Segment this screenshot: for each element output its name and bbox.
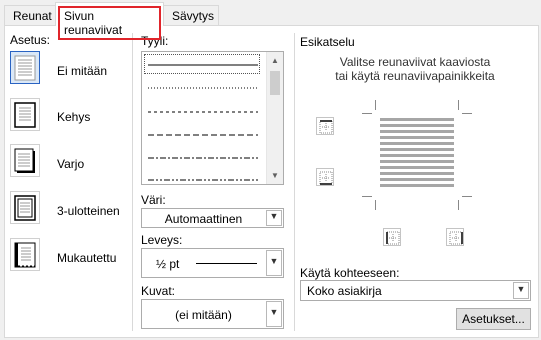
setting-shadow-button[interactable]	[10, 144, 40, 177]
scroll-down-icon[interactable]: ▼	[267, 167, 283, 184]
scroll-up-icon[interactable]: ▲	[267, 52, 283, 69]
corner-mark	[462, 196, 472, 197]
width-value: ½ pt	[156, 257, 180, 271]
divider	[132, 33, 133, 331]
width-line-sample	[196, 263, 257, 264]
preview-text-line	[380, 178, 454, 181]
left-border-button[interactable]	[383, 228, 401, 246]
page-none-icon	[14, 55, 36, 80]
color-heading: Väri:	[141, 193, 166, 207]
divider	[294, 33, 295, 331]
preview-text-line	[380, 142, 454, 145]
setting-3d-button[interactable]	[10, 191, 40, 224]
right-border-icon	[449, 231, 463, 245]
right-border-button[interactable]	[446, 228, 464, 246]
setting-shadow-label[interactable]: Varjo	[57, 157, 84, 171]
art-dropdown[interactable]: (ei mitään) ▼	[141, 299, 284, 329]
apply-to-heading: Käytä kohteeseen:	[300, 266, 400, 280]
preview-hint-line-2: tai käytä reunaviivapainikkeita	[335, 69, 495, 83]
preview-text-line	[380, 166, 454, 169]
chevron-down-icon: ▼	[269, 307, 279, 317]
preview-page[interactable]	[362, 100, 472, 210]
bottom-border-icon	[319, 171, 333, 185]
color-value: Automaattinen	[164, 212, 243, 226]
setting-custom-label[interactable]: Mukautettu	[57, 251, 116, 265]
art-value: (ei mitään)	[175, 308, 232, 322]
preview-text-line	[380, 148, 454, 151]
tab-page-border[interactable]: Sivun reunaviivat	[55, 2, 164, 40]
scroll-thumb[interactable]	[270, 71, 280, 95]
setting-3d-label[interactable]: 3-ulotteinen	[57, 204, 120, 218]
bottom-border-button[interactable]	[316, 168, 334, 186]
tab-label: Sivun reunaviivat	[58, 6, 161, 40]
dropdown-arrow[interactable]: ▼	[266, 301, 282, 327]
preview-text-line	[380, 118, 454, 121]
preview-text-line	[380, 184, 454, 187]
top-border-icon	[319, 120, 333, 134]
page-box-icon	[14, 101, 36, 128]
apply-to-dropdown[interactable]: Koko asiakirja ▼	[300, 280, 531, 301]
settings-heading: Asetus:	[10, 33, 51, 47]
top-border-button[interactable]	[316, 117, 334, 135]
dropdown-arrow[interactable]: ▼	[266, 210, 282, 226]
page-3d-icon	[14, 194, 36, 221]
style-listbox[interactable]: ▲ ▼	[141, 51, 284, 185]
style-scrollbar[interactable]: ▲ ▼	[266, 52, 283, 184]
page-shadow-icon	[14, 148, 35, 173]
setting-box-label[interactable]: Kehys	[57, 110, 90, 124]
corner-mark	[375, 200, 376, 210]
corner-mark	[362, 113, 372, 114]
preview-text-line	[380, 136, 454, 139]
corner-mark	[462, 113, 472, 114]
preview-text-line	[380, 124, 454, 127]
preview-heading: Esikatselu	[300, 35, 355, 49]
preview-text-line	[380, 172, 454, 175]
left-border-icon	[386, 231, 400, 245]
preview-text-line	[380, 130, 454, 133]
width-dropdown[interactable]: ½ pt ▼	[141, 248, 284, 278]
options-button-label: Asetukset...	[462, 312, 525, 326]
corner-mark	[362, 196, 372, 197]
preview-text-line	[380, 160, 454, 163]
dropdown-arrow[interactable]: ▼	[513, 282, 529, 299]
line-style-options	[148, 64, 258, 181]
chevron-down-icon: ▼	[269, 211, 279, 221]
corner-mark	[458, 200, 459, 210]
corner-mark	[375, 100, 376, 110]
options-button[interactable]: Asetukset...	[456, 308, 531, 330]
dropdown-arrow[interactable]: ▼	[266, 250, 282, 276]
corner-mark	[458, 100, 459, 110]
apply-to-value: Koko asiakirja	[307, 284, 382, 298]
chevron-down-icon: ▼	[516, 283, 526, 294]
color-dropdown[interactable]: Automaattinen ▼	[141, 208, 284, 228]
preview-hint-line-1: Valitse reunaviivat kaaviosta	[339, 55, 491, 69]
preview-text-line	[380, 154, 454, 157]
setting-custom-button[interactable]	[10, 238, 40, 271]
setting-none-button[interactable]	[10, 51, 40, 84]
width-heading: Leveys:	[141, 233, 183, 247]
setting-box-button[interactable]	[10, 98, 40, 131]
setting-none-label[interactable]: Ei mitään	[57, 64, 107, 78]
art-heading: Kuvat:	[141, 284, 176, 298]
page-custom-icon	[14, 242, 36, 267]
chevron-down-icon: ▼	[269, 256, 279, 266]
